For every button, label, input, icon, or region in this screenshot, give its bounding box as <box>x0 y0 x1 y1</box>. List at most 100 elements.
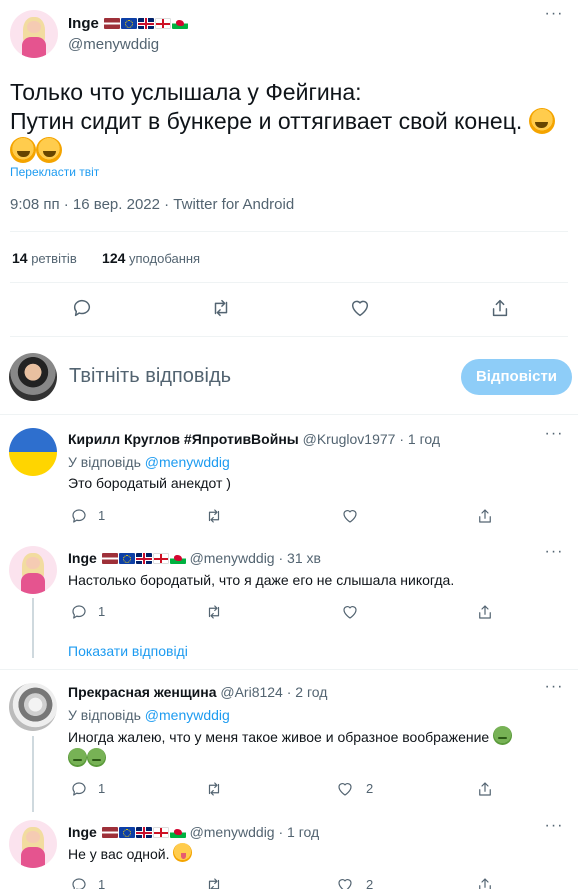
flag-england-icon <box>152 553 169 564</box>
reply-text-body: Иногда жалею, что у меня такое живое и о… <box>68 729 490 745</box>
share-icon[interactable] <box>476 780 498 802</box>
retweet-icon[interactable] <box>205 603 227 625</box>
retweet-icon[interactable] <box>205 780 227 802</box>
reply-count: 1 <box>98 604 106 619</box>
reply-avatar[interactable] <box>9 683 57 731</box>
share-icon[interactable] <box>476 876 498 889</box>
more-icon[interactable]: ··· <box>544 818 564 840</box>
reply-avatar[interactable] <box>9 546 57 594</box>
tweet-stats: 14 ретвітів 124 уподобання <box>12 250 200 266</box>
reply-avatar[interactable] <box>9 428 57 476</box>
flag-england-icon <box>155 18 172 29</box>
retweet-icon[interactable] <box>205 507 227 529</box>
nauseated-emoji-icon <box>87 748 106 767</box>
reply-header: Inge @menywddig · 31 хв <box>68 550 321 566</box>
heart-icon[interactable] <box>349 297 371 319</box>
author-handle[interactable]: @menywddig <box>68 36 159 53</box>
reply-author-name[interactable]: Inge <box>68 824 97 840</box>
nauseated-emoji-icon <box>493 726 513 745</box>
translate-tweet-link[interactable]: Перекласти твіт <box>10 165 99 179</box>
reply-author-handle[interactable]: @Kruglov1977 <box>303 431 396 447</box>
reply-text: Настолько бородатый, что я даже его не с… <box>68 572 455 588</box>
reply-to-line: У відповідь @menywddig <box>68 454 230 470</box>
reply-author-name[interactable]: Кирилл Круглов #ЯпротивВойны <box>68 431 299 447</box>
reply-time[interactable]: · 1 год <box>399 431 440 447</box>
more-icon[interactable]: ··· <box>544 544 564 566</box>
likes-count[interactable]: 124 <box>102 250 125 266</box>
reply-button[interactable]: Відповісти <box>461 359 572 395</box>
reply-avatar[interactable] <box>9 820 57 868</box>
reply-author-name[interactable]: Прекрасная женщина <box>68 684 216 700</box>
reply-author-handle[interactable]: @Ari8124 <box>220 684 282 700</box>
rofl-emoji-icon <box>528 108 555 134</box>
reply-icon[interactable] <box>70 780 92 802</box>
reply-text: Это бородатый анекдот ) <box>68 475 231 491</box>
reply-author-handle[interactable]: @menywddig <box>190 824 275 840</box>
reply-header: Inge @menywddig · 1 год <box>68 824 319 840</box>
reply-to-prefix: У відповідь <box>68 707 141 723</box>
retweet-icon[interactable] <box>205 876 227 889</box>
reply-composer-input[interactable]: Твітніть відповідь <box>69 365 231 388</box>
reply-text-body: Не у вас одной. <box>68 846 170 862</box>
author-avatar[interactable] <box>10 10 58 58</box>
flag-england-icon <box>152 827 169 838</box>
flag-wales-icon <box>169 827 186 838</box>
reply-time[interactable]: · 1 год <box>278 824 319 840</box>
reply-header: Кирилл Круглов #ЯпротивВойны @Kruglov197… <box>68 431 440 447</box>
like-count: 2 <box>366 877 374 889</box>
flag-wales-icon <box>172 18 189 29</box>
flag-eu-icon <box>118 827 135 838</box>
reply-icon[interactable] <box>70 603 92 625</box>
more-icon[interactable]: ··· <box>544 679 564 701</box>
retweets-label[interactable]: ретвітів <box>31 251 77 266</box>
share-icon[interactable] <box>489 297 511 319</box>
reply-to-handle[interactable]: @menywddig <box>145 454 230 470</box>
divider <box>10 282 568 283</box>
reply-time[interactable]: · 2 год <box>287 684 328 700</box>
reply-icon[interactable] <box>71 297 93 319</box>
show-replies-link[interactable]: Показати відповіді <box>68 643 188 659</box>
reply-count: 1 <box>98 781 106 796</box>
reply-time[interactable]: · 31 хв <box>278 550 320 566</box>
reply-to-handle[interactable]: @menywddig <box>145 707 230 723</box>
tweet-text: Только что услышала у Фейгина: Путин сид… <box>10 78 570 165</box>
divider <box>10 231 568 232</box>
reply-text: Не у вас одной. <box>68 843 558 865</box>
heart-icon[interactable] <box>341 603 363 625</box>
share-icon[interactable] <box>476 603 498 625</box>
more-icon[interactable]: ··· <box>544 426 564 448</box>
current-user-avatar[interactable] <box>9 353 57 401</box>
retweet-icon[interactable] <box>210 297 232 319</box>
likes-label[interactable]: уподобання <box>129 251 200 266</box>
reply-author-name[interactable]: Inge <box>68 550 97 566</box>
reply-icon[interactable] <box>70 507 92 529</box>
retweets-count[interactable]: 14 <box>12 250 28 266</box>
divider <box>0 414 578 415</box>
heart-icon[interactable] <box>336 876 358 889</box>
thread-line <box>32 736 34 812</box>
more-icon[interactable]: ··· <box>544 6 564 28</box>
tweet-text-line1: Только что услышала у Фейгина: <box>10 79 362 105</box>
reply-icon[interactable] <box>70 876 92 889</box>
tweet-timestamp[interactable]: 9:08 пп · 16 вер. 2022 · Twitter for And… <box>10 196 294 213</box>
tweet-text-line2: Путин сидит в бункере и оттягивает свой … <box>10 108 523 134</box>
author-name[interactable]: Inge <box>68 15 99 32</box>
reply-to-prefix: У відповідь <box>68 454 141 470</box>
flag-wales-icon <box>169 553 186 564</box>
reply-count: 1 <box>98 508 106 523</box>
nauseated-emoji-icon <box>68 748 87 767</box>
flag-latvia-icon <box>101 827 118 838</box>
rofl-emoji-icon <box>10 137 36 163</box>
heart-icon[interactable] <box>341 507 363 529</box>
flag-uk-icon <box>138 18 155 29</box>
thread-line <box>32 598 34 658</box>
heart-icon[interactable] <box>336 780 358 802</box>
flag-uk-icon <box>135 827 152 838</box>
author-name-row[interactable]: Inge <box>68 15 189 33</box>
reply-header: Прекрасная женщина @Ari8124 · 2 год <box>68 684 327 700</box>
flag-latvia-icon <box>104 18 121 29</box>
share-icon[interactable] <box>476 507 498 529</box>
reply-to-line: У відповідь @menywddig <box>68 707 230 723</box>
zany-face-emoji-icon <box>173 843 193 862</box>
reply-author-handle[interactable]: @menywddig <box>190 550 275 566</box>
